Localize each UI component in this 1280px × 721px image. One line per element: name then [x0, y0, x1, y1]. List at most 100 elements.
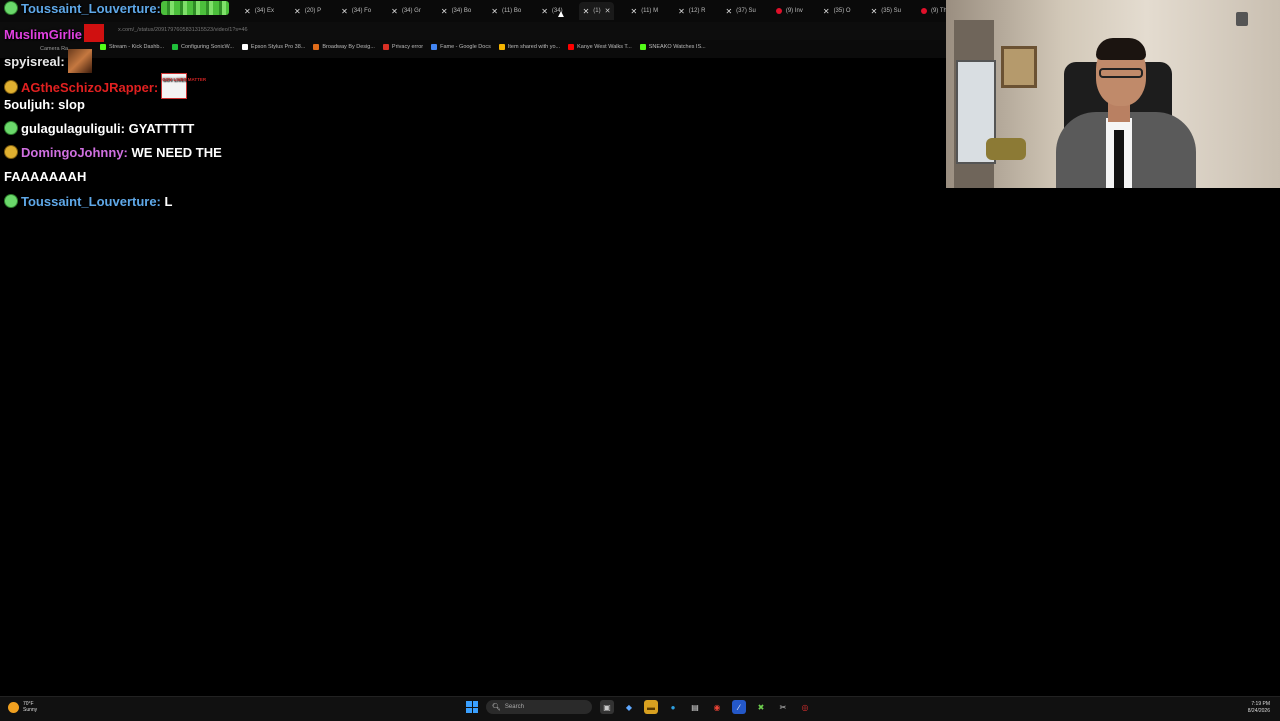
chat-username[interactable]: spyisreal:: [4, 54, 65, 69]
chat-text: slop: [58, 97, 85, 112]
file-explorer-icon[interactable]: ▬: [644, 700, 658, 714]
chat-message: spyisreal:: [4, 49, 92, 73]
bookmark-item[interactable]: Broadway By Desig...: [313, 44, 375, 50]
tab-label: (11) Bo: [501, 8, 522, 14]
chat-username[interactable]: DomingoJohnny:: [21, 145, 128, 160]
vip-badge-icon: [4, 145, 18, 159]
tab-label: (37) Su: [736, 8, 756, 14]
browser-tab[interactable]: ✕ (34) Ex: [240, 2, 278, 20]
chrome-icon[interactable]: ◉: [710, 700, 724, 714]
bookmark-favicon-icon: [241, 44, 248, 50]
bookmark-item[interactable]: Stream - Kick Dashb...: [100, 44, 164, 50]
webcam-feed: [946, 0, 1280, 188]
bookmark-item[interactable]: Fame - Google Docs: [431, 44, 491, 50]
close-tab-icon[interactable]: ✕: [605, 7, 611, 15]
bookmark-favicon-icon: [498, 44, 505, 50]
chat-text: L: [164, 194, 173, 209]
chat-username[interactable]: Toussaint_Louverture:: [21, 1, 161, 16]
chat-message: MuslimGirlie: [4, 24, 105, 43]
taskbar-apps: 🔍︎ Search ▣ ◆ ▬ ● ▤ ◉ ∕ ✖ ✂ ◎: [466, 700, 812, 714]
tab-list: ✕ (34) Ex ✕ (20) P ✕ (34) Fo ✕ (34) Gr ✕ (34) Bo ✕…: [240, 2, 1002, 20]
chat-message: Toussaint_Louverture:: [4, 1, 229, 17]
tab-label: (11) M: [641, 8, 659, 14]
chat-text: GYATTTTT: [128, 121, 195, 136]
championship-belt: [986, 138, 1026, 160]
browser-tab[interactable]: ✕ (34) Fo: [337, 2, 375, 20]
tab-label: (20) P: [304, 8, 322, 14]
chat-username[interactable]: gulagulaguliguli:: [21, 121, 125, 136]
chat-username[interactable]: AGtheSchizoJRapper:: [21, 80, 158, 95]
bookmark-label: Broadway By Desig...: [322, 44, 375, 50]
bookmark-item[interactable]: Privacy error: [382, 44, 423, 50]
chat-username[interactable]: Toussaint_Louverture:: [21, 194, 161, 209]
bookmark-favicon-icon: [172, 44, 179, 50]
browser-tab[interactable]: ✕ (12) R: [674, 2, 709, 20]
bookmark-item[interactable]: Item shared with yo...: [498, 44, 560, 50]
browser-tab[interactable]: (9) Inv: [772, 2, 807, 20]
x-logo-icon: ✕: [582, 6, 590, 16]
x-logo-icon: ✕: [541, 6, 548, 16]
browser-tab[interactable]: ✕ (11) M: [626, 2, 662, 20]
address-bar[interactable]: x.com/_/status/2091797605831315523/video…: [0, 22, 946, 40]
bookmark-item[interactable]: Epson Stylus Pro 38...: [241, 44, 305, 50]
obs-record-icon[interactable]: ◎: [798, 700, 812, 714]
store-icon[interactable]: ▤: [688, 700, 702, 714]
x-logo-icon: ✕: [341, 6, 348, 16]
chat-username[interactable]: MuslimGirlie: [4, 27, 82, 42]
weather-widget[interactable]: 70°F Sunny: [8, 701, 37, 713]
browser-tab[interactable]: ✕ (35) O: [819, 2, 855, 20]
emote-red-icon: [84, 24, 105, 42]
x-logo-icon: ✕: [391, 6, 398, 16]
snipping-tool-icon[interactable]: ✂: [776, 700, 790, 714]
task-view-icon[interactable]: ▣: [600, 700, 614, 714]
weather-condition: Sunny: [23, 707, 38, 713]
browser-tab[interactable]: ✕ (34) Gr: [387, 2, 425, 20]
ceiling-lamp: [1236, 12, 1248, 26]
chat-text: WE NEED THE: [131, 145, 222, 160]
bookmark-favicon-icon: [382, 44, 389, 50]
bookmark-label: Configuring SonicW...: [181, 44, 234, 50]
search-icon: 🔍︎: [492, 704, 501, 711]
taskbar-clock[interactable]: 7:19 PM 8/24/2026: [1248, 701, 1270, 715]
subscriber-badge-icon: [4, 1, 18, 15]
x-logo-icon: ✕: [244, 6, 251, 16]
chat-message: gulagulaguliguli: GYATTTTT: [4, 121, 194, 137]
emote-green-icon: [160, 1, 229, 15]
edge-icon[interactable]: ●: [666, 700, 680, 714]
tab-label: (35) Su: [881, 8, 901, 14]
browser-tab[interactable]: ✕ (11) Bo: [487, 2, 525, 20]
x-logo-icon: ✕: [630, 6, 638, 16]
browser-tab[interactable]: ✕ (1) ✕: [578, 2, 615, 20]
subscriber-badge-icon: [4, 121, 18, 135]
bookmark-favicon-icon: [568, 44, 575, 50]
chat-message: Toussaint_Louverture: L: [4, 194, 172, 210]
tab-label: (34) Bo: [451, 8, 472, 14]
windows-start-icon[interactable]: [466, 701, 478, 713]
chat-message: DomingoJohnny: WE NEED THE: [4, 145, 222, 161]
bookmark-label: Kanye West Walks T...: [577, 44, 632, 50]
browser-tab[interactable]: ✕ (20) P: [290, 2, 325, 20]
x-logo-icon: ✕: [725, 6, 733, 16]
streamer-hair: [1096, 38, 1146, 60]
url-text[interactable]: x.com/_/status/2091797605831315523/video…: [118, 27, 248, 33]
browser-tab[interactable]: ✕ (34) Bo: [437, 2, 475, 20]
x-logo-icon: ✕: [491, 6, 498, 16]
chat-username[interactable]: 5ouljuh:: [4, 97, 55, 112]
browser-tab[interactable]: ✕ (37) Su: [721, 2, 759, 20]
bookmark-label: Stream - Kick Dashb...: [109, 44, 165, 50]
tab-label: (35) O: [833, 8, 851, 14]
edge-copilot-icon[interactable]: ◆: [622, 700, 636, 714]
app-blue-icon[interactable]: ∕: [732, 700, 746, 714]
bookmark-item[interactable]: Configuring SonicW...: [172, 44, 234, 50]
tab-label: (1): [593, 8, 601, 14]
bookmark-item[interactable]: SNEAKO Watches IS...: [639, 44, 706, 50]
youtube-icon: [775, 8, 782, 14]
taskbar-search[interactable]: 🔍︎ Search: [486, 700, 592, 714]
clock-date: 8/24/2026: [1247, 708, 1270, 714]
search-placeholder: Search: [504, 704, 524, 710]
browser-tab[interactable]: ✕ (35) Su: [867, 2, 905, 20]
xbox-icon[interactable]: ✖: [754, 700, 768, 714]
bookmark-item[interactable]: Kanye West Walks T...: [568, 44, 632, 50]
sun-icon: [8, 701, 19, 713]
tab-label: (9) Inv: [785, 8, 803, 14]
